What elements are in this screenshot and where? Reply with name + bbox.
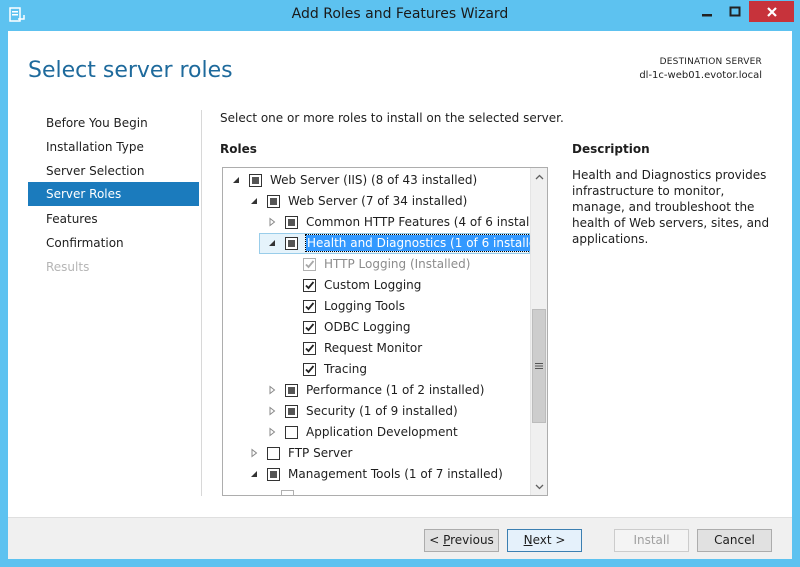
- collapsed-triangle-icon[interactable]: [249, 447, 259, 459]
- tree-row[interactable]: Custom Logging: [223, 275, 530, 296]
- collapsed-triangle-icon[interactable]: [267, 405, 277, 417]
- previous-button[interactable]: < Previous: [424, 529, 499, 552]
- collapsed-triangle-icon[interactable]: [267, 384, 277, 396]
- instruction-text: Select one or more roles to install on t…: [220, 111, 564, 125]
- tree-row-label: Web Server (7 of 34 installed): [288, 194, 468, 208]
- partial-checkbox[interactable]: [285, 216, 298, 229]
- close-icon: [766, 6, 777, 17]
- wizard-content: Before You Begin Installation Type Serve…: [8, 105, 792, 517]
- previous-prefix: <: [429, 533, 444, 547]
- tree-row-label: ODBC Logging: [324, 320, 411, 334]
- page-title: Select server roles: [28, 58, 233, 83]
- nav-features[interactable]: Features: [28, 207, 199, 231]
- nav-installation-type[interactable]: Installation Type: [28, 135, 199, 159]
- partial-checkbox[interactable]: [249, 174, 262, 187]
- tree-row[interactable]: Web Server (7 of 34 installed): [223, 191, 530, 212]
- tree-row-label: Application Development: [306, 425, 458, 439]
- partial-checkbox[interactable]: [285, 384, 298, 397]
- minimize-icon: [701, 13, 712, 16]
- expanded-triangle-icon[interactable]: [249, 468, 259, 480]
- previous-rest: revious: [450, 533, 494, 547]
- partial-checkbox[interactable]: [285, 405, 298, 418]
- tree-row-label: Security (1 of 9 installed): [306, 404, 458, 418]
- collapsed-triangle-icon[interactable]: [267, 216, 277, 228]
- tree-row-label: Tracing: [324, 362, 368, 376]
- checked-checkbox[interactable]: [303, 279, 316, 292]
- tree-row[interactable]: Health and Diagnostics (1 of 6 installed…: [223, 233, 547, 254]
- tree-row-label: Management Tools (1 of 7 installed): [288, 467, 503, 481]
- chevron-down-icon: [535, 484, 543, 489]
- expanded-triangle-icon[interactable]: [267, 237, 277, 249]
- nav-server-roles[interactable]: Server Roles: [28, 182, 199, 206]
- partial-checkbox[interactable]: [267, 195, 280, 208]
- tree-row-label: Common HTTP Features (4 of 6 installed): [306, 215, 548, 229]
- wizard-footer: < Previous Next > Install Cancel: [8, 517, 792, 559]
- tree-row[interactable]: Common HTTP Features (4 of 6 installed): [223, 212, 547, 233]
- scroll-thumb[interactable]: [532, 309, 546, 423]
- maximize-icon: [729, 6, 741, 16]
- destination-server-value: dl-1c-web01.evotor.local: [639, 70, 762, 81]
- unchecked-checkbox[interactable]: [267, 447, 280, 460]
- description-heading: Description: [572, 142, 650, 156]
- nav-before-you-begin[interactable]: Before You Begin: [28, 111, 199, 135]
- tree-row[interactable]: HTTP Logging (Installed): [223, 254, 530, 275]
- checked-checkbox[interactable]: [303, 321, 316, 334]
- checked-disabled-checkbox: [303, 258, 316, 271]
- tree-row-label: Web Server (IIS) (8 of 43 installed): [270, 173, 478, 187]
- scroll-down-button[interactable]: [531, 478, 547, 495]
- next-mnemonic: N: [523, 533, 533, 547]
- tree-row[interactable]: Request Monitor: [223, 338, 530, 359]
- expanded-triangle-icon[interactable]: [249, 195, 259, 207]
- tree-row[interactable]: FTP Server: [223, 443, 530, 464]
- description-text: Health and Diagnostics provides infrastr…: [572, 168, 770, 246]
- close-button[interactable]: [749, 1, 794, 22]
- install-button: Install: [614, 529, 689, 552]
- title-bar: Add Roles and Features Wizard: [0, 0, 800, 31]
- wizard-header: Select server roles DESTINATION SERVER d…: [8, 31, 792, 105]
- tree-row[interactable]: Application Development: [223, 422, 530, 443]
- scroll-up-button[interactable]: [531, 168, 547, 185]
- next-button[interactable]: Next >: [507, 529, 582, 552]
- window-title: Add Roles and Features Wizard: [291, 6, 509, 22]
- maximize-button[interactable]: [721, 1, 749, 22]
- tree-row[interactable]: Security (1 of 9 installed): [223, 401, 530, 422]
- minimize-button[interactable]: [692, 1, 721, 22]
- tree-row-label: FTP Server: [288, 446, 353, 460]
- tree-row-label: Request Monitor: [324, 341, 423, 355]
- tree-row[interactable]: Web Server (IIS) (8 of 43 installed): [223, 170, 530, 191]
- checked-checkbox[interactable]: [303, 300, 316, 313]
- tree-row[interactable]: Tracing: [223, 359, 530, 380]
- roles-tree[interactable]: Web Server (IIS) (8 of 43 installed) Web …: [222, 167, 548, 496]
- nav-confirmation[interactable]: Confirmation: [28, 231, 199, 255]
- nav-server-selection[interactable]: Server Selection: [28, 159, 199, 183]
- expanded-triangle-icon[interactable]: [231, 174, 241, 186]
- tree-row[interactable]: Management Tools (1 of 7 installed): [223, 464, 530, 485]
- partial-checkbox[interactable]: [267, 468, 280, 481]
- tree-row[interactable]: Logging Tools: [223, 296, 530, 317]
- checked-checkbox[interactable]: [303, 342, 316, 355]
- tree-row[interactable]: Performance (1 of 2 installed): [223, 380, 530, 401]
- checked-checkbox[interactable]: [303, 363, 316, 376]
- partial-checkbox[interactable]: [285, 237, 298, 250]
- tree-row-label: Health and Diagnostics (1 of 6 installed…: [305, 234, 548, 252]
- chevron-up-icon: [535, 174, 543, 179]
- next-rest: ext >: [532, 533, 566, 547]
- tree-row[interactable]: ODBC Logging: [223, 317, 530, 338]
- tree-row-label: Performance (1 of 2 installed): [306, 383, 485, 397]
- destination-server-label: DESTINATION SERVER: [659, 57, 762, 67]
- tree-row-label: Logging Tools: [324, 299, 405, 313]
- cancel-button[interactable]: Cancel: [697, 529, 772, 552]
- tree-scrollbar[interactable]: [530, 168, 547, 495]
- nav-results: Results: [46, 260, 90, 274]
- tree-row-label: Custom Logging: [324, 278, 422, 292]
- sidebar-divider: [201, 110, 202, 496]
- collapsed-triangle-icon[interactable]: [267, 426, 277, 438]
- partial-checkbox-cut-off: [281, 490, 294, 495]
- unchecked-checkbox[interactable]: [285, 426, 298, 439]
- wizard-window: Select server roles DESTINATION SERVER d…: [8, 31, 792, 559]
- roles-heading: Roles: [220, 142, 257, 156]
- grip-icon: [535, 363, 543, 369]
- tree-row-label: HTTP Logging (Installed): [324, 257, 471, 271]
